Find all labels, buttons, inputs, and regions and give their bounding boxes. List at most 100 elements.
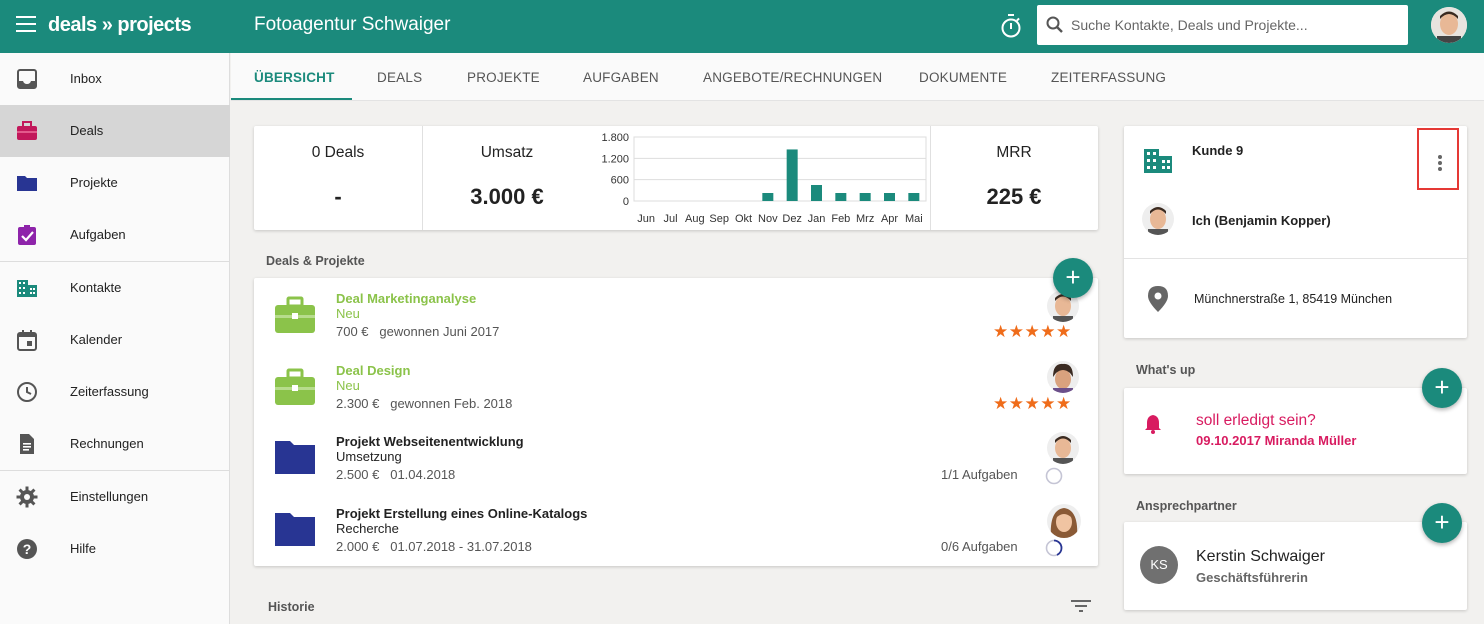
- deals-count-value: -: [334, 184, 342, 209]
- chart-xtick-label: Jul: [663, 213, 677, 225]
- page-title: Fotoagentur Schwaiger: [254, 14, 451, 35]
- deals-count-label: 0 Deals: [311, 144, 365, 161]
- sidebar-item-hilfe[interactable]: ? Hilfe: [0, 523, 230, 575]
- contact-card[interactable]: KS Kerstin Schwaiger Geschäftsführerin: [1124, 522, 1467, 610]
- add-contact-button[interactable]: +: [1422, 503, 1462, 543]
- building-icon: [17, 280, 37, 297]
- chart-xtick-label: Apr: [881, 213, 898, 225]
- chart-xtick-label: Okt: [735, 213, 752, 225]
- deal-title[interactable]: Deal Marketinganalyse: [336, 291, 476, 306]
- sidebar-item-rechnungen[interactable]: Rechnungen: [0, 418, 230, 470]
- sidebar-item-kalender[interactable]: Kalender: [0, 314, 230, 366]
- chart-bar[interactable]: [835, 193, 847, 201]
- whatsup-heading: What's up: [1136, 363, 1196, 377]
- tab-angebote-rechnungen[interactable]: ANGEBOTE/RECHNUNGEN: [703, 70, 882, 85]
- chart-xtick-label: Feb: [831, 213, 850, 225]
- umsatz-value: 3.000 €: [470, 184, 544, 209]
- progress-circle: [1045, 467, 1063, 485]
- chart-ytick-label: 0: [623, 196, 629, 208]
- umsatz-label: Umsatz: [480, 144, 534, 161]
- sidebar-item-kontakte[interactable]: Kontakte: [0, 262, 230, 314]
- sidebar-item-aufgaben[interactable]: Aufgaben: [0, 209, 230, 261]
- historie-heading: Historie: [268, 600, 315, 614]
- owner-name: Ich (Benjamin Kopper): [1192, 213, 1331, 228]
- contact-name[interactable]: Kerstin Schwaiger: [1196, 548, 1325, 566]
- tab-aufgaben[interactable]: AUFGABEN: [583, 70, 659, 85]
- briefcase-icon: [17, 121, 37, 140]
- progress-circle: [1045, 539, 1063, 557]
- chart-bar[interactable]: [884, 193, 895, 201]
- sidebar-item-inbox[interactable]: Inbox: [0, 53, 230, 105]
- deal-amount: 700 €: [336, 324, 369, 339]
- user-avatar[interactable]: [1431, 7, 1467, 43]
- task-count: 1/1 Aufgaben: [941, 467, 1018, 482]
- clipboard-check-icon: [18, 225, 36, 245]
- chart-xtick-label: Mrz: [856, 213, 874, 225]
- deal-title[interactable]: Deal Design: [336, 363, 410, 378]
- search-icon: [1046, 16, 1063, 33]
- project-title[interactable]: Projekt Webseitenentwicklung: [336, 434, 524, 449]
- sidebar-item-label: Projekte: [70, 175, 118, 190]
- menu-icon[interactable]: [16, 16, 36, 32]
- whatsup-text: soll erledigt sein?: [1196, 412, 1316, 429]
- chart-xtick-label: Aug: [685, 213, 705, 225]
- tab-deals[interactable]: DEALS: [377, 70, 422, 85]
- whatsup-card[interactable]: soll erledigt sein? 09.10.2017 Miranda M…: [1124, 388, 1467, 474]
- chart-bar[interactable]: [908, 193, 920, 201]
- folder-icon: [275, 441, 315, 474]
- deals-projects-card: Deal Marketinganalyse Neu 700 € gewonnen…: [254, 278, 1098, 566]
- sidebar: Inbox Deals Projekte Aufgaben Kontakte K…: [0, 53, 230, 624]
- deals-projects-heading: Deals & Projekte: [266, 254, 365, 268]
- tab-uebersicht[interactable]: ÜBERSICHT: [254, 70, 335, 85]
- contact-role: Geschäftsführerin: [1196, 570, 1308, 585]
- sidebar-item-einstellungen[interactable]: Einstellungen: [0, 471, 230, 523]
- chart-bar[interactable]: [786, 149, 798, 201]
- deal-amount: 2.300 €: [336, 396, 380, 411]
- sidebar-item-deals[interactable]: Deals: [0, 105, 230, 157]
- add-deal-project-button[interactable]: +: [1053, 258, 1093, 298]
- chart-bar[interactable]: [859, 193, 871, 201]
- whatsup-date: 09.10.2017 Miranda Müller: [1196, 433, 1357, 448]
- tab-dokumente[interactable]: DOKUMENTE: [919, 70, 1007, 85]
- customer-name[interactable]: Kunde 9: [1192, 143, 1243, 158]
- chart-ytick-label: 1.800: [601, 132, 629, 144]
- project-status: Umsetzung: [336, 449, 402, 464]
- mrr-label: MRR: [996, 144, 1032, 161]
- filter-icon[interactable]: [1071, 598, 1091, 614]
- sidebar-item-label: Einstellungen: [70, 489, 149, 504]
- sidebar-item-label: Kalender: [70, 332, 123, 347]
- customer-card: Kunde 9 Ich (Benjamin Kopper) Münchnerst…: [1124, 126, 1467, 338]
- inbox-icon: [17, 69, 37, 89]
- stopwatch-icon[interactable]: [999, 13, 1023, 39]
- sidebar-item-label: Aufgaben: [70, 227, 126, 242]
- customer-address[interactable]: Münchnerstraße 1, 85419 München: [1194, 292, 1392, 306]
- avatar: [1142, 203, 1174, 235]
- deal-info: gewonnen Feb. 2018: [390, 396, 513, 411]
- sidebar-item-label: Rechnungen: [70, 436, 144, 451]
- chart-bar[interactable]: [762, 193, 774, 201]
- chart-ytick-label: 600: [611, 175, 629, 187]
- highlight-box: [1417, 128, 1459, 190]
- briefcase-icon: [275, 368, 315, 405]
- search-input[interactable]: [1071, 5, 1401, 45]
- tab-zeiterfassung[interactable]: ZEITERFASSUNG: [1051, 70, 1166, 85]
- app-logo[interactable]: deals » projects: [48, 14, 192, 37]
- project-title[interactable]: Projekt Erstellung eines Online-Katalogs: [336, 506, 587, 521]
- search-box[interactable]: [1037, 5, 1408, 45]
- chart-bar[interactable]: [811, 185, 822, 201]
- chart-xtick-label: Nov: [758, 213, 778, 225]
- add-whatsup-button[interactable]: +: [1422, 368, 1462, 408]
- sidebar-item-label: Kontakte: [70, 280, 122, 295]
- stats-card: 0 Deals - Umsatz 3.000 € 1.800 1.200 600 0 J…: [254, 126, 1098, 230]
- rating-stars[interactable]: ★★★★★: [993, 322, 1072, 342]
- sidebar-item-zeiterfassung[interactable]: Zeiterfassung: [0, 366, 230, 418]
- mrr-value: 225 €: [986, 184, 1042, 209]
- tab-projekte[interactable]: PROJEKTE: [467, 70, 540, 85]
- sidebar-item-projekte[interactable]: Projekte: [0, 157, 230, 209]
- svg-text:?: ?: [23, 541, 32, 557]
- project-info: 01.04.2018: [390, 467, 456, 482]
- deal-info: gewonnen Juni 2017: [379, 324, 500, 339]
- project-amount: 2.500 €: [336, 467, 380, 482]
- avatar: [1047, 504, 1081, 538]
- rating-stars[interactable]: ★★★★★: [993, 394, 1072, 414]
